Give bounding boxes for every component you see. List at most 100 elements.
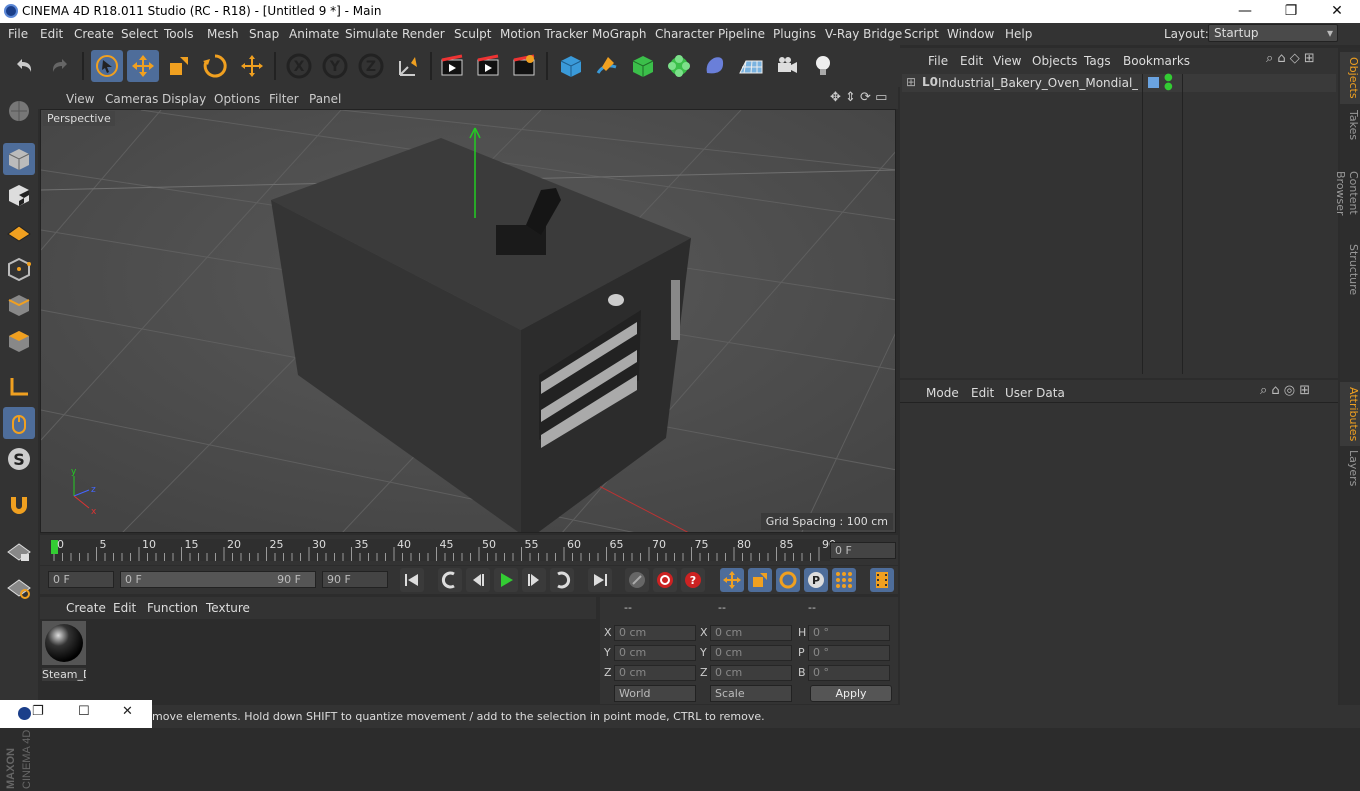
texture-mode-button[interactable]	[3, 179, 35, 211]
keyframe-selection-button[interactable]: ?	[681, 568, 705, 592]
object-menu-objects[interactable]: Objects	[1032, 54, 1077, 68]
tab-attributes[interactable]: Attributes	[1340, 382, 1360, 446]
menu-help[interactable]: Help	[1005, 27, 1032, 41]
close-icon[interactable]: ✕	[122, 704, 133, 719]
object-menu-tags[interactable]: Tags	[1084, 54, 1111, 68]
snap-button[interactable]: S	[3, 443, 35, 475]
object-menu-file[interactable]: File	[928, 54, 948, 68]
object-menu-view[interactable]: View	[993, 54, 1021, 68]
material-menu-create[interactable]: Create	[66, 601, 106, 615]
render-picture-viewer-button[interactable]	[472, 50, 504, 82]
current-frame-field[interactable]: 0 F	[830, 542, 896, 559]
key-rotation-button[interactable]	[776, 568, 800, 592]
minimized-window-bar[interactable]: ❐ ☐ ✕	[0, 700, 152, 728]
z-axis-button[interactable]: Z	[355, 50, 387, 82]
tab-layers[interactable]: Layers	[1340, 446, 1360, 490]
axis-mode-button[interactable]	[3, 371, 35, 403]
menu-create[interactable]: Create	[74, 27, 114, 41]
start-frame-field[interactable]: 0 F	[48, 571, 114, 588]
menu-character[interactable]: Character	[655, 27, 714, 41]
apply-button[interactable]: Apply	[810, 685, 892, 702]
menu-window[interactable]: Window	[947, 27, 994, 41]
previous-key-button[interactable]	[438, 568, 462, 592]
coord-value-field[interactable]: 0 cm	[710, 665, 792, 681]
viewport-menu-options[interactable]: Options	[214, 92, 260, 106]
cube-button[interactable]	[555, 50, 587, 82]
visibility-dots[interactable]: ● ●	[1164, 73, 1173, 92]
menu-animate[interactable]: Animate	[289, 27, 339, 41]
coord-value-field[interactable]: 0 °	[808, 645, 890, 661]
model-mode-button[interactable]	[3, 143, 35, 175]
layer-swatch[interactable]	[1148, 77, 1159, 88]
edges-mode-button[interactable]	[3, 289, 35, 321]
attribute-nav-icons[interactable]: ⌕ ⌂ ◎ ⊞	[1260, 383, 1310, 398]
minimize-button[interactable]: —	[1222, 0, 1268, 23]
scale-dropdown[interactable]: Scale	[710, 685, 792, 702]
next-frame-button[interactable]	[522, 568, 546, 592]
menu-simulate[interactable]: Simulate	[345, 27, 398, 41]
menu-motion-tracker[interactable]: Motion Tracker	[500, 27, 588, 41]
world-dropdown[interactable]: World	[614, 685, 696, 702]
frame-range-slider[interactable]: 0 F 90 F	[120, 571, 316, 588]
deformer-button[interactable]	[699, 50, 731, 82]
viewport-menu-display[interactable]: Display	[162, 92, 206, 106]
autokeying-button[interactable]	[653, 568, 677, 592]
menu-select[interactable]: Select	[121, 27, 158, 41]
viewport-menu-panel[interactable]: Panel	[309, 92, 341, 106]
object-row[interactable]: ⊞ L0 Industrial_Bakery_Oven_Mondial_Forn…	[902, 73, 1336, 374]
undo-button[interactable]	[8, 50, 40, 82]
timeline-window-button[interactable]	[870, 568, 894, 592]
transform-button[interactable]	[236, 50, 268, 82]
material-menu-edit[interactable]: Edit	[113, 601, 136, 615]
menu-mograph[interactable]: MoGraph	[592, 27, 647, 41]
go-to-end-button[interactable]	[588, 568, 612, 592]
viewport[interactable]: y z x Perspective Grid Spacing : 100 cm	[40, 109, 896, 533]
record-keys-button[interactable]	[625, 568, 649, 592]
polygons-mode-button[interactable]	[3, 325, 35, 357]
end-frame-field[interactable]: 90 F	[322, 571, 388, 588]
points-mode-button[interactable]	[3, 253, 35, 285]
timeline-ruler[interactable]	[40, 535, 830, 565]
attr-menu-user-data[interactable]: User Data	[1005, 386, 1065, 400]
close-button[interactable]: ✕	[1314, 0, 1360, 23]
viewport-menu-filter[interactable]: Filter	[269, 92, 299, 106]
menu-pipeline[interactable]: Pipeline	[718, 27, 765, 41]
cloner-button[interactable]	[663, 50, 695, 82]
object-menu-bookmarks[interactable]: Bookmarks	[1123, 54, 1190, 68]
tab-takes[interactable]: Takes	[1340, 104, 1360, 146]
coord-value-field[interactable]: 0 cm	[614, 625, 696, 641]
coord-value-field[interactable]: 0 cm	[614, 665, 696, 681]
menu-plugins[interactable]: Plugins	[773, 27, 816, 41]
material-item[interactable]: Steam_D	[42, 621, 86, 681]
next-key-button[interactable]	[550, 568, 574, 592]
rotate-button[interactable]	[199, 50, 231, 82]
coord-value-field[interactable]: 0 cm	[710, 645, 792, 661]
material-menu-function[interactable]: Function	[147, 601, 198, 615]
attr-menu-mode[interactable]: Mode	[926, 386, 959, 400]
light-button[interactable]	[807, 50, 839, 82]
lock-workplane-button[interactable]	[3, 535, 35, 567]
move-button[interactable]	[127, 50, 159, 82]
expand-icon[interactable]: ⊞	[906, 75, 916, 89]
previous-frame-button[interactable]	[466, 568, 490, 592]
menu-script[interactable]: Script	[904, 27, 939, 41]
tab-objects[interactable]: Objects	[1340, 52, 1360, 104]
render-view-button[interactable]	[436, 50, 468, 82]
y-axis-button[interactable]: Y	[319, 50, 351, 82]
pen-button[interactable]	[591, 50, 623, 82]
tab-structure[interactable]: Structure	[1340, 240, 1360, 300]
workplane-button[interactable]	[3, 215, 35, 247]
attr-menu-edit[interactable]: Edit	[971, 386, 994, 400]
restore-icon[interactable]: ❐	[32, 704, 44, 719]
menu-tools[interactable]: Tools	[164, 27, 194, 41]
maximize-icon[interactable]: ☐	[78, 704, 90, 719]
coord-value-field[interactable]: 0 cm	[710, 625, 792, 641]
scale-button[interactable]	[163, 50, 195, 82]
object-name[interactable]: Industrial_Bakery_Oven_Mondial_Forni	[938, 76, 1138, 90]
key-pla-button[interactable]	[832, 568, 856, 592]
go-to-start-button[interactable]	[400, 568, 424, 592]
tab-content-browser[interactable]: Content Browser	[1334, 146, 1360, 240]
menu-mesh[interactable]: Mesh	[207, 27, 239, 41]
object-menu-edit[interactable]: Edit	[960, 54, 983, 68]
layout-select[interactable]: Startup	[1208, 24, 1338, 42]
